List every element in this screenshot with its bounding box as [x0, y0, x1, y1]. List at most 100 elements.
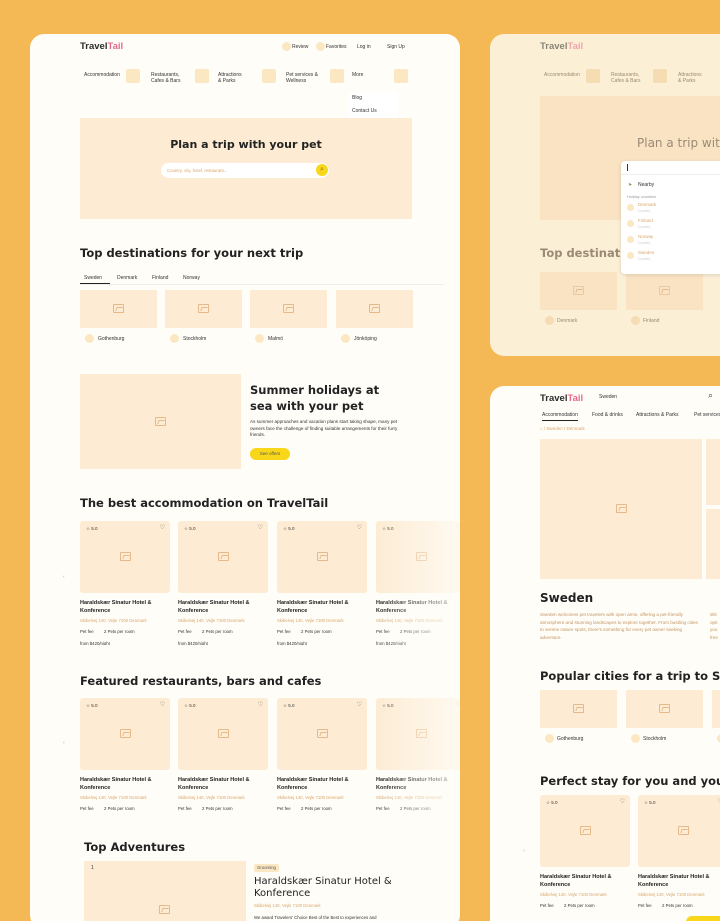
- listing-address: Skibelvej 140, Vejle 7100 Denmark: [80, 795, 147, 800]
- city-name[interactable]: Gothenburg: [557, 736, 583, 742]
- city-card-image[interactable]: [626, 690, 703, 728]
- nav-item-2[interactable]: Attractions & Parks: [678, 72, 702, 84]
- gallery-image[interactable]: [706, 439, 720, 505]
- logo[interactable]: TravelTail: [540, 41, 583, 52]
- nav-tab-2[interactable]: Attractions & Parks: [636, 412, 679, 418]
- tab-norway[interactable]: Norway: [183, 275, 200, 281]
- listing-card-image[interactable]: ☆ 5.0♡: [80, 698, 170, 770]
- rating: ☆ 5.0: [184, 526, 196, 532]
- image-placeholder-icon: [573, 286, 584, 295]
- heart-icon[interactable]: ♡: [160, 701, 165, 708]
- country-suggestion[interactable]: Finland: [638, 218, 653, 223]
- city-card-image[interactable]: [250, 290, 327, 328]
- listing-address: Skibelvej 140, Vejle 7100 Denmark: [540, 892, 607, 897]
- logo[interactable]: TravelTail: [540, 393, 583, 404]
- city-name[interactable]: Malmö: [268, 336, 283, 342]
- country-suggestion[interactable]: Norway: [638, 234, 653, 239]
- city-name[interactable]: Jönköping: [354, 336, 377, 342]
- nav-item-0[interactable]: Accommodation: [84, 72, 120, 78]
- price: from $420/night: [178, 641, 208, 645]
- listing-name[interactable]: Haraldskær Sinatur Hotel & Konference: [80, 599, 170, 615]
- listing-card-image[interactable]: ☆ 5.0♡: [277, 521, 367, 593]
- nav-item-1[interactable]: Restaurants, Cafes & Bars: [151, 72, 180, 84]
- heart-icon[interactable]: ♡: [357, 701, 362, 708]
- search-icon[interactable]: ⌕: [708, 390, 713, 401]
- city-card-image[interactable]: [80, 290, 157, 328]
- search-input[interactable]: [621, 161, 720, 175]
- accommodation-title: The best accommodation on TravelTail: [80, 496, 329, 510]
- image-placeholder-icon: [218, 552, 229, 561]
- search-input[interactable]: Sweden ⌕: [590, 390, 720, 403]
- restaurants-prev-icon[interactable]: ‹: [63, 740, 65, 746]
- location-icon: ➤: [628, 182, 633, 188]
- hero-search-input[interactable]: Country, city, hotel, restaurant... ⌕: [161, 163, 329, 178]
- heart-icon[interactable]: ♡: [620, 798, 625, 805]
- city-name[interactable]: Stockholm: [183, 336, 206, 342]
- nav-item-0[interactable]: Accommodation: [544, 72, 580, 78]
- nav-tab-1[interactable]: Food & drinks: [592, 412, 623, 418]
- login-link[interactable]: Log in: [357, 44, 371, 50]
- city-card-image[interactable]: [626, 272, 703, 310]
- nav-item-3[interactable]: Pet services & Wellness: [286, 72, 318, 84]
- review-link[interactable]: Review: [292, 44, 308, 50]
- city-card-image[interactable]: [540, 272, 617, 310]
- listing-name[interactable]: Haraldskær Sinatur Hotel & Konference: [80, 776, 170, 792]
- heart-icon[interactable]: ♡: [258, 524, 263, 531]
- heart-icon[interactable]: ♡: [357, 524, 362, 531]
- city-name[interactable]: Finland: [643, 318, 659, 324]
- favorites-icon: [316, 42, 325, 51]
- city-card-image[interactable]: [336, 290, 413, 328]
- listing-card-image[interactable]: ☆ 5.0♡: [178, 698, 268, 770]
- country-suggestion-type: Country: [638, 225, 651, 229]
- breadcrumb[interactable]: ⌂ / Sweden / Denmark: [540, 426, 585, 431]
- image-placeholder-icon: [659, 704, 670, 713]
- signup-link[interactable]: Sign Up: [387, 44, 405, 50]
- listing-name[interactable]: Haraldskær Sinatur Hotel & Konference: [277, 776, 367, 792]
- tab-finland[interactable]: Finland: [152, 275, 168, 281]
- listing-name[interactable]: Haraldskær Sinatur Hotel & Konference: [178, 599, 268, 615]
- country-suggestion[interactable]: Sweden: [638, 250, 654, 255]
- tab-denmark[interactable]: Denmark: [117, 275, 137, 281]
- city-card-image[interactable]: [165, 290, 242, 328]
- listing-card-image[interactable]: ☆ 5.0♡: [277, 698, 367, 770]
- city-name[interactable]: Gothenburg: [98, 336, 124, 342]
- adventure-name[interactable]: Haraldskær Sinatur Hotel & Konference: [254, 876, 392, 900]
- menu-item-contact[interactable]: Contact Us: [352, 108, 377, 114]
- heart-icon[interactable]: ♡: [160, 524, 165, 531]
- nav-item-1[interactable]: Restaurants, Cafes & Bars: [611, 72, 640, 84]
- carousel-prev-icon[interactable]: ‹: [63, 574, 65, 580]
- city-name[interactable]: Stockholm: [643, 736, 666, 742]
- tab-sweden[interactable]: Sweden: [84, 275, 102, 281]
- listing-name[interactable]: Haraldskær Sinatur Hotel & Konference: [540, 873, 630, 889]
- see-offers-button[interactable]: See offers: [250, 448, 290, 460]
- nav-item-4[interactable]: More: [352, 72, 363, 78]
- listing-card-image[interactable]: ☆ 5.0 ♡: [178, 521, 268, 593]
- gallery-image[interactable]: [706, 509, 720, 579]
- favorites-link[interactable]: Favorites: [326, 44, 347, 50]
- nav-item-2[interactable]: Attractions & Parks: [218, 72, 242, 84]
- nav-tab-0[interactable]: Accommodation: [542, 412, 578, 421]
- search-icon[interactable]: ⌕: [316, 164, 328, 176]
- listing-name[interactable]: Haraldskær Sinatur Hotel & Konference: [277, 599, 367, 615]
- nearby-option[interactable]: Nearby: [638, 182, 654, 188]
- heart-icon[interactable]: ♡: [258, 701, 263, 708]
- country-suggestion[interactable]: Denmark: [638, 202, 656, 207]
- city-card-image[interactable]: [540, 690, 617, 728]
- floating-action-button[interactable]: [686, 916, 720, 921]
- listing-card-image[interactable]: ☆ 5.0♡: [638, 795, 720, 867]
- nav-tab-3[interactable]: Pet services: [694, 412, 720, 418]
- listing-card-image[interactable]: ☆ 5.0♡: [80, 521, 170, 593]
- listing-name[interactable]: Haraldskær Sinatur Hotel & Konference: [178, 776, 268, 792]
- adventure-image[interactable]: 1: [84, 861, 246, 921]
- image-placeholder-icon: [120, 729, 131, 738]
- rating-value: 5.0: [189, 526, 196, 531]
- listing-name[interactable]: Haraldskær Sinatur Hotel & Konference: [638, 873, 720, 889]
- listing-card-image[interactable]: ☆ 5.0♡: [540, 795, 630, 867]
- carousel-prev-icon[interactable]: ‹: [523, 848, 525, 854]
- city-card-image[interactable]: [712, 690, 720, 728]
- review-icon: [282, 42, 291, 51]
- carousel-fade: [376, 521, 460, 651]
- logo[interactable]: TravelTail: [80, 41, 123, 52]
- menu-item-blog[interactable]: Blog: [352, 95, 362, 101]
- city-name[interactable]: Denmark: [557, 318, 577, 324]
